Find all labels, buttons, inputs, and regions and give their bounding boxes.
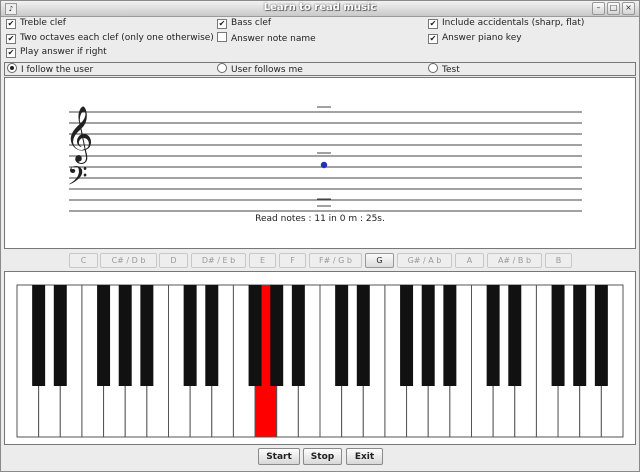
note-button-c-sharp[interactable]: C# / D b <box>100 253 157 268</box>
black-key[interactable] <box>486 285 500 386</box>
checkbox-icon[interactable]: ✔ <box>428 19 438 29</box>
black-key[interactable] <box>551 285 565 386</box>
note-button-f[interactable]: F <box>279 253 306 268</box>
checkbox-icon[interactable]: ✔ <box>6 19 16 29</box>
window-title: Learn to read music <box>263 2 377 13</box>
stop-button[interactable]: Stop <box>303 448 342 465</box>
note-button-c[interactable]: C <box>69 253 98 268</box>
treble-clef-icon: 𝄞 <box>65 106 93 164</box>
black-key[interactable] <box>205 285 219 386</box>
note-button-b[interactable]: B <box>545 253 572 268</box>
maximize-icon[interactable]: □ <box>607 2 620 15</box>
option-two-octaves[interactable]: ✔ Two octaves each clef (only one otherwi… <box>6 32 214 45</box>
close-icon[interactable]: × <box>622 2 635 15</box>
checkbox-icon[interactable] <box>217 32 227 42</box>
black-key[interactable] <box>594 285 608 386</box>
black-key[interactable] <box>118 285 132 386</box>
piano-panel <box>4 271 636 445</box>
mode-test[interactable]: Test <box>428 63 460 76</box>
mode-label: I follow the user <box>21 65 94 75</box>
option-include-accidentals[interactable]: ✔ Include accidentals (sharp, flat) <box>428 17 584 30</box>
black-key[interactable] <box>356 285 370 386</box>
checkbox-icon[interactable]: ✔ <box>6 48 16 58</box>
option-label: Treble clef <box>20 18 66 28</box>
radio-icon[interactable] <box>428 63 438 73</box>
radio-selected-icon[interactable] <box>7 63 17 73</box>
black-key[interactable] <box>443 285 457 386</box>
option-label: Answer note name <box>231 34 316 44</box>
note-button-d-sharp[interactable]: D# / E b <box>191 253 246 268</box>
option-label: Two octaves each clef (only one otherwis… <box>20 33 214 43</box>
note-button-g[interactable]: G <box>365 253 394 268</box>
mode-label: User follows me <box>231 65 303 75</box>
black-key[interactable] <box>97 285 111 386</box>
black-key[interactable] <box>140 285 154 386</box>
radio-icon[interactable] <box>217 63 227 73</box>
mode-i-follow-user[interactable]: I follow the user <box>7 63 93 76</box>
option-answer-note-name[interactable]: Answer note name <box>217 32 316 45</box>
option-play-answer[interactable]: ✔ Play answer if right <box>6 46 107 59</box>
note-button-g-sharp[interactable]: G# / A b <box>397 253 452 268</box>
note-button-e[interactable]: E <box>249 253 276 268</box>
black-key[interactable] <box>270 285 284 386</box>
option-label: Play answer if right <box>20 47 107 57</box>
black-key[interactable] <box>53 285 67 386</box>
title-bar[interactable]: ♪ Learn to read music – □ × <box>1 1 639 17</box>
black-key[interactable] <box>400 285 414 386</box>
black-key[interactable] <box>335 285 349 386</box>
option-label: Include accidentals (sharp, flat) <box>442 18 585 28</box>
mode-label: Test <box>442 65 460 75</box>
black-key[interactable] <box>573 285 587 386</box>
black-key[interactable] <box>183 285 197 386</box>
read-notes-status: Read notes : 11 in 0 m : 25s. <box>255 214 385 224</box>
black-key[interactable] <box>291 285 305 386</box>
option-bass-clef[interactable]: ✔ Bass clef <box>217 17 271 30</box>
minimize-icon[interactable]: – <box>592 2 605 15</box>
note-button-f-sharp[interactable]: F# / G b <box>309 253 362 268</box>
note-button-a[interactable]: A <box>455 253 484 268</box>
option-treble-clef[interactable]: ✔ Treble clef <box>6 17 66 30</box>
piano-keyboard[interactable] <box>5 272 635 444</box>
option-answer-piano-key[interactable]: ✔ Answer piano key <box>428 32 522 45</box>
checkbox-icon[interactable]: ✔ <box>6 34 16 44</box>
note-button-d[interactable]: D <box>159 253 188 268</box>
staff-panel: 𝄞 𝄢 Read notes : 11 in 0 m : 25s. <box>4 77 636 249</box>
black-key[interactable] <box>421 285 435 386</box>
bass-clef-icon: 𝄢 <box>67 160 88 198</box>
note-head <box>320 161 328 169</box>
checkbox-icon[interactable]: ✔ <box>217 19 227 29</box>
black-key[interactable] <box>248 285 262 386</box>
app-window: ♪ Learn to read music – □ × ✔ Treble clef… <box>0 0 640 472</box>
note-button-a-sharp[interactable]: A# / B b <box>487 253 542 268</box>
mode-user-follows-me[interactable]: User follows me <box>217 63 303 76</box>
exit-button[interactable]: Exit <box>346 448 383 465</box>
checkbox-icon[interactable]: ✔ <box>428 34 438 44</box>
black-key[interactable] <box>508 285 522 386</box>
option-label: Answer piano key <box>442 33 522 43</box>
option-label: Bass clef <box>231 18 272 28</box>
mode-bar: I follow the user User follows me Test <box>4 62 636 76</box>
start-button[interactable]: Start <box>258 448 300 465</box>
black-key[interactable] <box>32 285 46 386</box>
